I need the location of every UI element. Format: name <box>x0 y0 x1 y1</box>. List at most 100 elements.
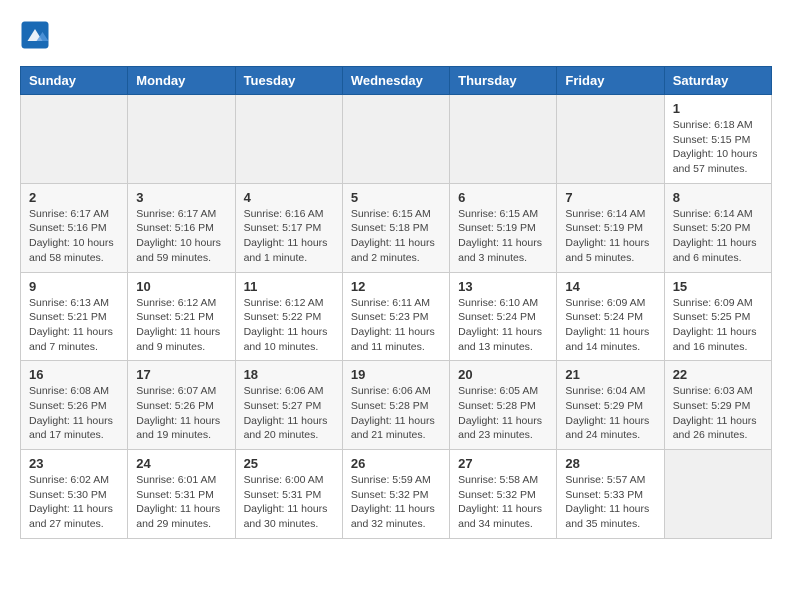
calendar-cell <box>235 95 342 184</box>
day-header-monday: Monday <box>128 67 235 95</box>
day-header-tuesday: Tuesday <box>235 67 342 95</box>
calendar-cell <box>128 95 235 184</box>
calendar-cell <box>664 450 771 539</box>
day-number: 7 <box>565 190 655 205</box>
day-number: 13 <box>458 279 548 294</box>
day-info: Sunrise: 6:10 AM Sunset: 5:24 PM Dayligh… <box>458 296 548 355</box>
calendar-cell: 25 Sunrise: 6:00 AM Sunset: 5:31 PM Dayli… <box>235 450 342 539</box>
day-header-friday: Friday <box>557 67 664 95</box>
day-number: 20 <box>458 367 548 382</box>
day-info: Sunrise: 6:14 AM Sunset: 5:20 PM Dayligh… <box>673 207 763 266</box>
calendar-cell <box>342 95 449 184</box>
day-number: 21 <box>565 367 655 382</box>
week-row-3: 9Sunrise: 6:13 AM Sunset: 5:21 PM Daylig… <box>21 272 772 361</box>
day-number: 22 <box>673 367 763 382</box>
day-number: 26 <box>351 456 441 471</box>
day-info: Sunrise: 6:15 AM Sunset: 5:18 PM Dayligh… <box>351 207 441 266</box>
calendar-cell: 2Sunrise: 6:17 AM Sunset: 5:16 PM Daylig… <box>21 183 128 272</box>
day-number: 10 <box>136 279 226 294</box>
day-number: 11 <box>244 279 334 294</box>
calendar-cell: 6 Sunrise: 6:15 AM Sunset: 5:19 PM Daylig… <box>450 183 557 272</box>
calendar-cell: 12 Sunrise: 6:11 AM Sunset: 5:23 PM Dayli… <box>342 272 449 361</box>
calendar-cell: 14 Sunrise: 6:09 AM Sunset: 5:24 PM Dayli… <box>557 272 664 361</box>
day-number: 16 <box>29 367 119 382</box>
day-number: 1 <box>673 101 763 116</box>
day-info: Sunrise: 6:18 AM Sunset: 5:15 PM Dayligh… <box>673 118 763 177</box>
day-info: Sunrise: 6:09 AM Sunset: 5:25 PM Dayligh… <box>673 296 763 355</box>
day-number: 25 <box>244 456 334 471</box>
calendar-cell: 21 Sunrise: 6:04 AM Sunset: 5:29 PM Dayli… <box>557 361 664 450</box>
calendar-cell: 15 Sunrise: 6:09 AM Sunset: 5:25 PM Dayli… <box>664 272 771 361</box>
calendar-cell: 19 Sunrise: 6:06 AM Sunset: 5:28 PM Dayli… <box>342 361 449 450</box>
day-info: Sunrise: 6:05 AM Sunset: 5:28 PM Dayligh… <box>458 384 548 443</box>
calendar-header-row: SundayMondayTuesdayWednesdayThursdayFrid… <box>21 67 772 95</box>
calendar-cell: 27 Sunrise: 5:58 AM Sunset: 5:32 PM Dayli… <box>450 450 557 539</box>
day-info: Sunrise: 5:59 AM Sunset: 5:32 PM Dayligh… <box>351 473 441 532</box>
week-row-1: 1 Sunrise: 6:18 AM Sunset: 5:15 PM Daylig… <box>21 95 772 184</box>
calendar-cell: 11 Sunrise: 6:12 AM Sunset: 5:22 PM Dayli… <box>235 272 342 361</box>
day-header-saturday: Saturday <box>664 67 771 95</box>
calendar-cell: 4 Sunrise: 6:16 AM Sunset: 5:17 PM Daylig… <box>235 183 342 272</box>
calendar-cell: 22 Sunrise: 6:03 AM Sunset: 5:29 PM Dayli… <box>664 361 771 450</box>
calendar-cell: 18 Sunrise: 6:06 AM Sunset: 5:27 PM Dayli… <box>235 361 342 450</box>
day-info: Sunrise: 6:00 AM Sunset: 5:31 PM Dayligh… <box>244 473 334 532</box>
day-number: 5 <box>351 190 441 205</box>
day-info: Sunrise: 6:03 AM Sunset: 5:29 PM Dayligh… <box>673 384 763 443</box>
day-number: 2 <box>29 190 119 205</box>
calendar-cell: 3 Sunrise: 6:17 AM Sunset: 5:16 PM Daylig… <box>128 183 235 272</box>
calendar-cell <box>21 95 128 184</box>
calendar-cell: 26 Sunrise: 5:59 AM Sunset: 5:32 PM Dayli… <box>342 450 449 539</box>
day-info: Sunrise: 6:12 AM Sunset: 5:22 PM Dayligh… <box>244 296 334 355</box>
calendar-cell: 28Sunrise: 5:57 AM Sunset: 5:33 PM Dayli… <box>557 450 664 539</box>
day-header-sunday: Sunday <box>21 67 128 95</box>
day-info: Sunrise: 6:01 AM Sunset: 5:31 PM Dayligh… <box>136 473 226 532</box>
day-info: Sunrise: 6:06 AM Sunset: 5:28 PM Dayligh… <box>351 384 441 443</box>
calendar-cell: 1 Sunrise: 6:18 AM Sunset: 5:15 PM Daylig… <box>664 95 771 184</box>
calendar-table: SundayMondayTuesdayWednesdayThursdayFrid… <box>20 66 772 539</box>
day-number: 24 <box>136 456 226 471</box>
calendar-cell <box>557 95 664 184</box>
day-number: 27 <box>458 456 548 471</box>
day-number: 12 <box>351 279 441 294</box>
day-number: 9 <box>29 279 119 294</box>
day-number: 8 <box>673 190 763 205</box>
day-header-wednesday: Wednesday <box>342 67 449 95</box>
calendar-cell: 5 Sunrise: 6:15 AM Sunset: 5:18 PM Daylig… <box>342 183 449 272</box>
calendar-cell: 7 Sunrise: 6:14 AM Sunset: 5:19 PM Daylig… <box>557 183 664 272</box>
calendar-cell: 10Sunrise: 6:12 AM Sunset: 5:21 PM Dayli… <box>128 272 235 361</box>
week-row-2: 2 Sunrise: 6:17 AM Sunset: 5:16 PM Daylig… <box>21 183 772 272</box>
day-number: 6 <box>458 190 548 205</box>
logo-icon <box>20 20 50 50</box>
day-info: Sunrise: 6:07 AM Sunset: 5:26 PM Dayligh… <box>136 384 226 443</box>
day-info: Sunrise: 5:58 AM Sunset: 5:32 PM Dayligh… <box>458 473 548 532</box>
day-info: Sunrise: 6:14 AM Sunset: 5:19 PM Dayligh… <box>565 207 655 266</box>
logo <box>20 20 54 50</box>
day-number: 18 <box>244 367 334 382</box>
day-info: Sunrise: 6:04 AM Sunset: 5:29 PM Dayligh… <box>565 384 655 443</box>
day-info: Sunrise: 6:17 AM Sunset: 5:16 PM Dayligh… <box>136 207 226 266</box>
calendar-cell: 13 Sunrise: 6:10 AM Sunset: 5:24 PM Dayli… <box>450 272 557 361</box>
calendar-cell: 20 Sunrise: 6:05 AM Sunset: 5:28 PM Dayli… <box>450 361 557 450</box>
day-info: Sunrise: 6:06 AM Sunset: 5:27 PM Dayligh… <box>244 384 334 443</box>
day-info: Sunrise: 6:15 AM Sunset: 5:19 PM Dayligh… <box>458 207 548 266</box>
day-info: Sunrise: 6:08 AM Sunset: 5:26 PM Dayligh… <box>29 384 119 443</box>
day-info: Sunrise: 6:09 AM Sunset: 5:24 PM Dayligh… <box>565 296 655 355</box>
day-number: 14 <box>565 279 655 294</box>
day-number: 28 <box>565 456 655 471</box>
day-header-thursday: Thursday <box>450 67 557 95</box>
day-info: Sunrise: 6:11 AM Sunset: 5:23 PM Dayligh… <box>351 296 441 355</box>
day-number: 23 <box>29 456 119 471</box>
day-info: Sunrise: 6:16 AM Sunset: 5:17 PM Dayligh… <box>244 207 334 266</box>
calendar-cell <box>450 95 557 184</box>
week-row-5: 23 Sunrise: 6:02 AM Sunset: 5:30 PM Dayli… <box>21 450 772 539</box>
page-header <box>20 20 772 50</box>
calendar-cell: 16 Sunrise: 6:08 AM Sunset: 5:26 PM Dayli… <box>21 361 128 450</box>
day-number: 4 <box>244 190 334 205</box>
calendar-cell: 8 Sunrise: 6:14 AM Sunset: 5:20 PM Daylig… <box>664 183 771 272</box>
calendar-cell: 24 Sunrise: 6:01 AM Sunset: 5:31 PM Dayli… <box>128 450 235 539</box>
day-number: 3 <box>136 190 226 205</box>
day-number: 17 <box>136 367 226 382</box>
day-number: 19 <box>351 367 441 382</box>
day-number: 15 <box>673 279 763 294</box>
day-info: Sunrise: 6:02 AM Sunset: 5:30 PM Dayligh… <box>29 473 119 532</box>
